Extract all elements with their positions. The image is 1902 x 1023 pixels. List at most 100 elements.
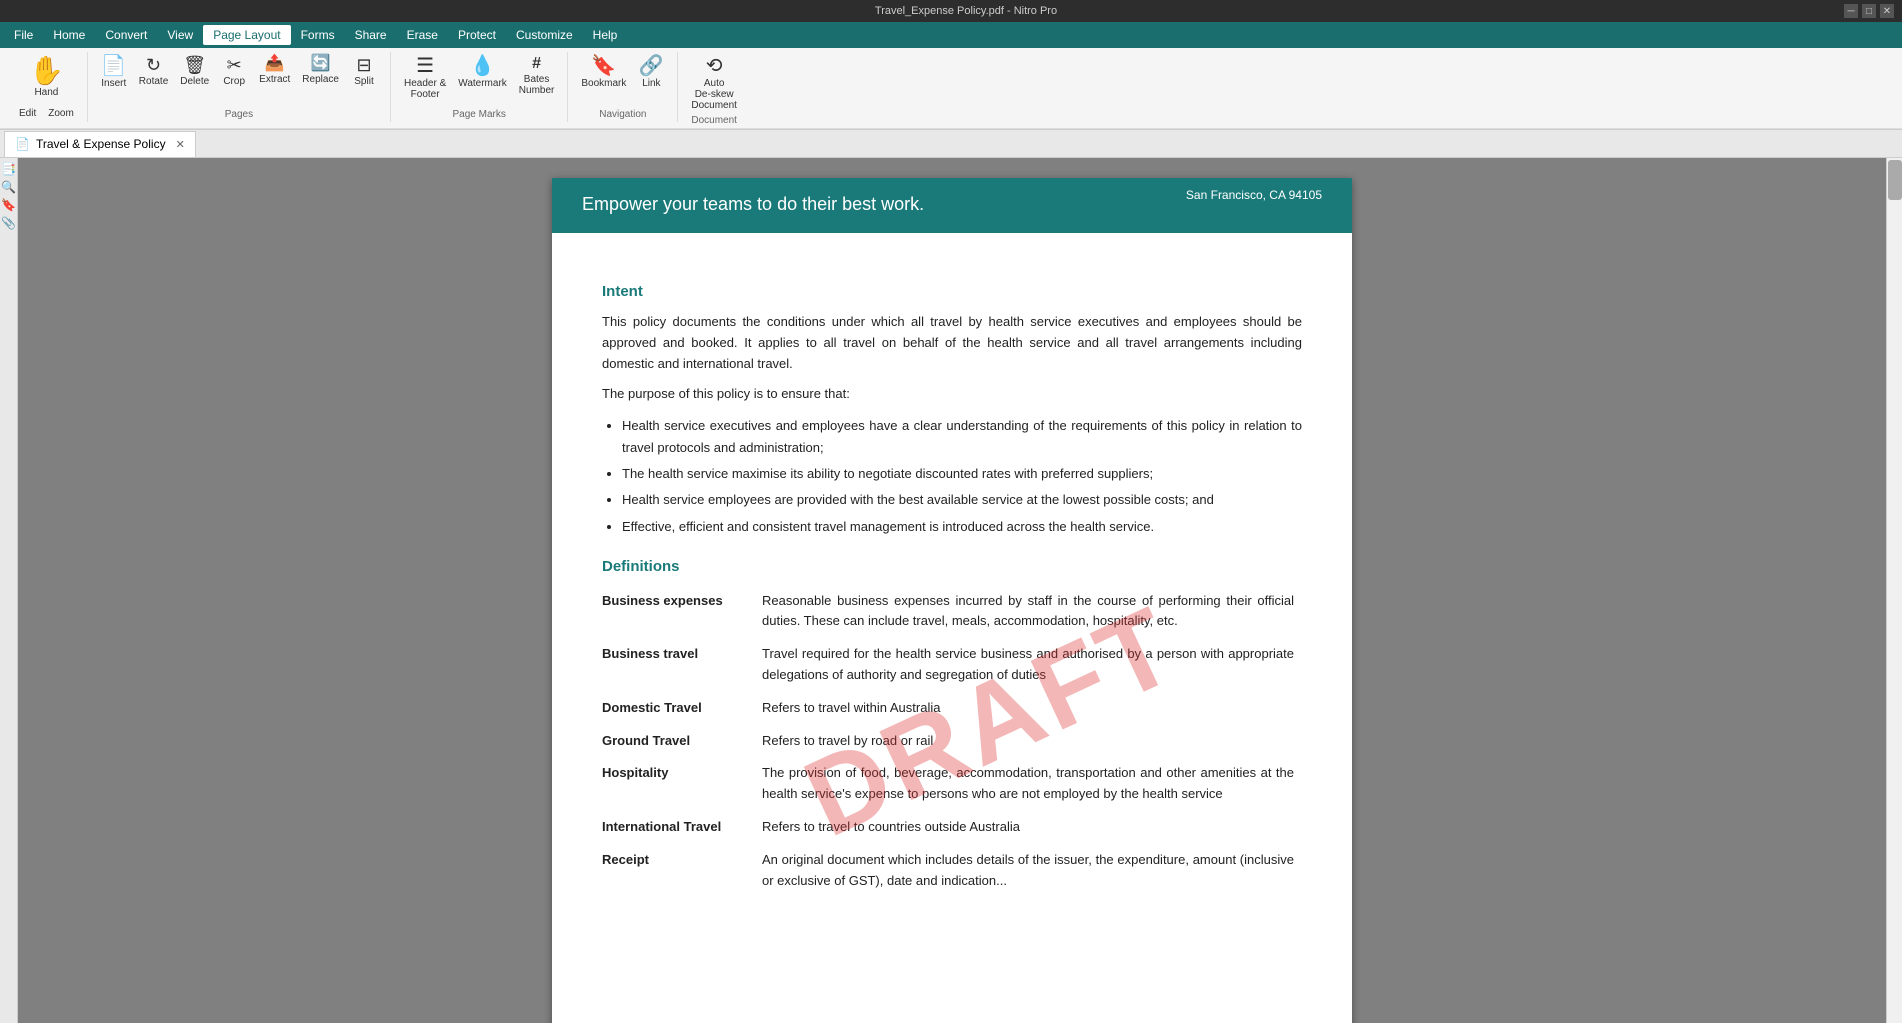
def-term-hospitality: Hospitality: [602, 759, 762, 813]
insert-button[interactable]: 📄 Insert: [96, 52, 132, 93]
split-label: Split: [354, 76, 373, 87]
intent-bullet-list: Health service executives and employees …: [622, 415, 1302, 537]
menu-home[interactable]: Home: [43, 25, 95, 45]
auto-deskew-icon: ⟲: [706, 56, 723, 76]
def-term-business-expenses: Business expenses: [602, 587, 762, 641]
document-content: Intent This policy documents the conditi…: [552, 233, 1352, 929]
panel-icon-4[interactable]: 📎: [1, 216, 16, 230]
close-button[interactable]: ✕: [1880, 4, 1894, 18]
delete-button[interactable]: 🗑 Delete: [175, 52, 214, 91]
menu-erase[interactable]: Erase: [397, 25, 448, 45]
extract-label: Extract: [259, 74, 290, 85]
def-row-receipt: Receipt An original document which inclu…: [602, 846, 1302, 900]
header-banner: San Francisco, CA 94105 Empower your tea…: [552, 178, 1352, 233]
auto-deskew-label: AutoDe-skewDocument: [691, 78, 737, 111]
rotate-label: Rotate: [139, 76, 168, 87]
def-def-receipt: An original document which includes deta…: [762, 846, 1302, 900]
def-def-domestic-travel: Refers to travel within Australia: [762, 694, 1302, 727]
link-icon: 🔗: [639, 56, 664, 76]
navigation-group-label: Navigation: [599, 109, 646, 122]
def-row-hospitality: Hospitality The provision of food, bever…: [602, 759, 1302, 813]
crop-button[interactable]: ✂ Crop: [216, 52, 252, 91]
def-term-receipt: Receipt: [602, 846, 762, 900]
panel-icon-1[interactable]: 📑: [1, 162, 16, 176]
def-def-hospitality: The provision of food, beverage, accommo…: [762, 759, 1302, 813]
def-row-international-travel: International Travel Refers to travel to…: [602, 813, 1302, 846]
zoom-button[interactable]: Zoom: [43, 105, 79, 122]
document-buttons: ⟲ AutoDe-skewDocument: [686, 52, 742, 115]
right-panel[interactable]: [1886, 158, 1902, 1023]
menu-forms[interactable]: Forms: [291, 25, 345, 45]
hand-label: Hand: [34, 87, 58, 98]
replace-icon: 🔄: [311, 56, 331, 72]
def-def-ground-travel: Refers to travel by road or rail: [762, 727, 1302, 760]
def-term-business-travel: Business travel: [602, 640, 762, 694]
bookmark-label: Bookmark: [581, 78, 626, 89]
def-row-ground-travel: Ground Travel Refers to travel by road o…: [602, 727, 1302, 760]
crop-label: Crop: [223, 76, 245, 87]
minimize-button[interactable]: ─: [1844, 4, 1858, 18]
hand-icon: ✋: [29, 57, 64, 85]
bates-button[interactable]: # BatesNumber: [514, 52, 560, 100]
def-term-ground-travel: Ground Travel: [602, 727, 762, 760]
insert-icon: 📄: [101, 56, 126, 76]
ribbon: File Home Convert View Page Layout Forms…: [0, 22, 1902, 130]
menu-protect[interactable]: Protect: [448, 25, 506, 45]
bookmark-icon: 🔖: [591, 56, 616, 76]
navigation-buttons: 🔖 Bookmark 🔗 Link: [576, 52, 669, 93]
replace-button[interactable]: 🔄 Replace: [297, 52, 344, 89]
bullet-item-4: Effective, efficient and consistent trav…: [622, 516, 1302, 538]
panel-icon-3[interactable]: 🔖: [1, 198, 16, 212]
extract-button[interactable]: 📤 Extract: [254, 52, 295, 89]
watermark-button[interactable]: 💧 Watermark: [453, 52, 512, 93]
hand-tool-button[interactable]: ✋ Hand: [22, 52, 71, 103]
split-icon: ⊟: [356, 56, 371, 74]
menu-share[interactable]: Share: [345, 25, 397, 45]
def-def-business-travel: Travel required for the health service b…: [762, 640, 1302, 694]
definitions-heading: Definitions: [602, 558, 1302, 575]
link-button[interactable]: 🔗 Link: [633, 52, 669, 93]
header-address: San Francisco, CA 94105: [1186, 188, 1322, 202]
close-tab-button[interactable]: ✕: [176, 138, 185, 151]
def-def-international-travel: Refers to travel to countries outside Au…: [762, 813, 1302, 846]
window-title: Travel_Expense Policy.pdf - Nitro Pro: [88, 5, 1844, 17]
menu-convert[interactable]: Convert: [95, 25, 157, 45]
menu-bar: File Home Convert View Page Layout Forms…: [0, 22, 1902, 48]
bookmark-button[interactable]: 🔖 Bookmark: [576, 52, 631, 93]
left-panel: 📑 🔍 🔖 📎: [0, 158, 18, 1023]
document-area[interactable]: DRAFT San Francisco, CA 94105 Empower yo…: [18, 158, 1886, 1023]
toolbar-group-navigation: 🔖 Bookmark 🔗 Link Navigation: [568, 52, 678, 122]
main-area: 📑 🔍 🔖 📎 DRAFT San Francisco, CA 94105 Em…: [0, 158, 1902, 1023]
auto-deskew-button[interactable]: ⟲ AutoDe-skewDocument: [686, 52, 742, 115]
tab-bar: 📄 Travel & Expense Policy ✕: [0, 130, 1902, 158]
window-controls[interactable]: ─ □ ✕: [1844, 4, 1894, 18]
replace-label: Replace: [302, 74, 339, 85]
title-bar: Travel_Expense Policy.pdf - Nitro Pro ─ …: [0, 0, 1902, 22]
menu-customize[interactable]: Customize: [506, 25, 583, 45]
bates-label: BatesNumber: [519, 74, 555, 96]
header-footer-button[interactable]: ☰ Header &Footer: [399, 52, 451, 104]
scroll-thumb[interactable]: [1888, 160, 1902, 200]
def-row-business-expenses: Business expenses Reasonable business ex…: [602, 587, 1302, 641]
document-tab[interactable]: 📄 Travel & Expense Policy ✕: [4, 131, 196, 157]
rotate-button[interactable]: ↻ Rotate: [134, 52, 173, 91]
menu-view[interactable]: View: [157, 25, 203, 45]
delete-icon: 🗑: [183, 56, 206, 74]
rotate-icon: ↻: [146, 56, 161, 74]
watermark-icon: 💧: [470, 56, 495, 76]
edit-button[interactable]: Edit: [14, 105, 41, 122]
bullet-item-2: The health service maximise its ability …: [622, 463, 1302, 485]
maximize-button[interactable]: □: [1862, 4, 1876, 18]
definitions-table: Business expenses Reasonable business ex…: [602, 587, 1302, 900]
menu-page-layout[interactable]: Page Layout: [203, 25, 290, 45]
panel-icon-2[interactable]: 🔍: [1, 180, 16, 194]
split-button[interactable]: ⊟ Split: [346, 52, 382, 91]
intent-paragraph1: This policy documents the conditions und…: [602, 312, 1302, 374]
crop-icon: ✂: [227, 56, 242, 74]
delete-label: Delete: [180, 76, 209, 87]
menu-help[interactable]: Help: [583, 25, 628, 45]
def-row-business-travel: Business travel Travel required for the …: [602, 640, 1302, 694]
menu-file[interactable]: File: [4, 25, 43, 45]
tool-buttons: ✋ Hand: [22, 52, 71, 103]
def-term-domestic-travel: Domestic Travel: [602, 694, 762, 727]
